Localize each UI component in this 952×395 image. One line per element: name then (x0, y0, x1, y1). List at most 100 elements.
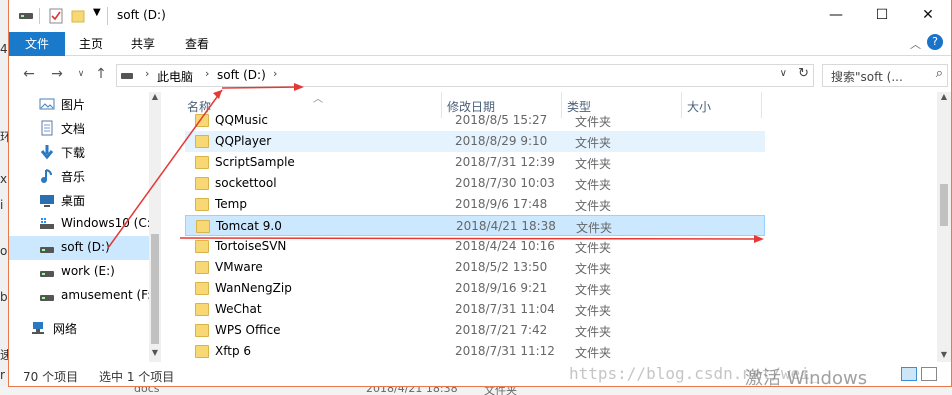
file-date: 2018/7/31 11:12 (455, 344, 555, 358)
tab-share[interactable]: 共享 (119, 32, 167, 56)
search-input[interactable]: 搜索"soft (... ⌕ (822, 64, 948, 87)
address-bar[interactable]: › 此电脑 › soft (D:) › ∨ ↻ (116, 64, 814, 87)
properties-icon[interactable] (49, 8, 63, 24)
sidebar-scrollbar[interactable]: ▲ ▼ (149, 92, 161, 362)
sidebar-item-label: soft (D:) (61, 240, 110, 254)
sidebar-item-drive-e[interactable]: work (E:) (9, 260, 149, 284)
file-date: 2018/5/2 13:50 (455, 260, 548, 274)
chevron-right-icon[interactable]: › (205, 67, 209, 80)
file-row[interactable]: Temp 2018/9/6 17:48 文件夹 (185, 194, 765, 215)
maximize-button[interactable]: ☐ (859, 0, 905, 30)
sidebar-scroll-thumb[interactable] (151, 234, 159, 344)
scroll-up-icon[interactable]: ▲ (938, 92, 950, 101)
tab-home[interactable]: 主页 (67, 32, 115, 56)
file-row[interactable]: QQMusic 2018/8/5 15:27 文件夹 (185, 110, 765, 131)
back-arrow-icon[interactable]: ← (19, 64, 39, 84)
file-list: ︿ 名称 修改日期 类型 大小 QQMusic 2018/8/5 15:27 文… (177, 92, 937, 362)
file-row[interactable]: WPS Office 2018/7/21 7:42 文件夹 (185, 320, 765, 341)
sidebar-item-label: 文档 (61, 122, 86, 136)
sidebar-item-label: 音乐 (61, 170, 86, 184)
sidebar-item-drive-d[interactable]: soft (D:) (9, 236, 149, 260)
file-name: TortoiseSVN (215, 239, 287, 253)
sidebar-item-drive-f[interactable]: amusement (F:) (9, 284, 156, 308)
file-row[interactable]: Xftp 6 2018/7/31 11:12 文件夹 (185, 341, 765, 362)
bg-char: 环 (0, 130, 13, 144)
file-list-scroll-thumb[interactable] (940, 184, 948, 226)
close-button[interactable]: ✕ (905, 0, 951, 30)
file-date: 2018/7/31 12:39 (455, 155, 555, 169)
folder-icon (195, 282, 209, 295)
sidebar-item-label: Windows10 (C: (61, 216, 151, 230)
sidebar-item-documents[interactable]: 文档 (9, 116, 149, 140)
folder-icon (195, 324, 209, 337)
sidebar-item-music[interactable]: 音乐 (9, 164, 149, 188)
customize-quick-access-icon[interactable]: ▼ (93, 7, 101, 23)
title-bar: ▼ soft (D:) — ☐ ✕ (9, 0, 951, 32)
file-date: 2018/8/5 15:27 (455, 113, 548, 127)
file-row-selected[interactable]: Tomcat 9.0 2018/4/21 18:38 文件夹 (185, 215, 765, 236)
status-bar: 70 个项目 选中 1 个项目 https://blog.csdn.net/we… (9, 364, 951, 389)
tab-file[interactable]: 文件 (9, 32, 65, 56)
file-row[interactable]: QQPlayer 2018/8/29 9:10 文件夹 (185, 131, 765, 152)
refresh-icon[interactable]: ↻ (798, 66, 809, 81)
sidebar-item-network[interactable]: 网络 (9, 316, 149, 340)
desktop-icon (40, 195, 54, 207)
drive-icon (40, 295, 54, 301)
up-arrow-icon[interactable]: ↑ (91, 64, 111, 84)
file-name: WeChat (215, 302, 262, 316)
file-row[interactable]: sockettool 2018/7/30 10:03 文件夹 (185, 173, 765, 194)
file-type: 文件夹 (575, 304, 612, 318)
file-row[interactable]: WeChat 2018/7/31 11:04 文件夹 (185, 299, 765, 320)
recent-locations-icon[interactable]: ∨ (71, 64, 91, 84)
file-row[interactable]: VMware 2018/5/2 13:50 文件夹 (185, 257, 765, 278)
ribbon: 文件 主页 共享 查看 ︿ ? (9, 32, 951, 56)
chevron-down-icon[interactable]: ︿ (910, 36, 921, 52)
file-row[interactable]: ScriptSample 2018/7/31 12:39 文件夹 (185, 152, 765, 173)
toolbar-divider (107, 7, 108, 25)
breadcrumb-this-pc[interactable]: 此电脑 (157, 68, 193, 85)
minimize-button[interactable]: — (813, 0, 859, 30)
sidebar-item-label: amusement (F:) (61, 288, 156, 302)
folder-icon (195, 114, 209, 127)
new-folder-icon[interactable] (71, 8, 85, 24)
system-drive-icon (40, 218, 54, 229)
sidebar-item-label: 桌面 (61, 194, 86, 208)
file-list-scrollbar[interactable]: ▲ ▼ (937, 92, 951, 362)
folder-icon (195, 345, 209, 358)
search-placeholder: 搜索"soft (... (831, 70, 903, 84)
help-icon[interactable]: ? (927, 34, 943, 50)
sidebar-item-drive-c[interactable]: Windows10 (C: (9, 212, 151, 236)
scroll-up-icon[interactable]: ▲ (149, 92, 161, 104)
download-icon (40, 145, 54, 160)
file-type: 文件夹 (575, 157, 612, 171)
selected-count: 选中 1 个项目 (99, 370, 175, 384)
details-view-icon[interactable] (901, 367, 917, 381)
sidebar-item-pictures[interactable]: 图片 (9, 92, 149, 116)
folder-icon (195, 156, 209, 169)
bg-row-type: 文件夹 (484, 386, 517, 395)
navigation-bar: ← → ∨ ↑ › 此电脑 › soft (D:) › ∨ ↻ 搜索"soft … (9, 56, 951, 92)
item-count: 70 个项目 (23, 370, 79, 384)
breadcrumb-soft-d[interactable]: soft (D:) (217, 68, 266, 82)
chevron-right-icon[interactable]: › (145, 67, 149, 80)
sidebar-item-downloads[interactable]: 下载 (9, 140, 149, 164)
sidebar-item-label: 图片 (61, 98, 86, 112)
bg-row-date: 2018/4/21 18:38 (366, 386, 458, 395)
drive-icon (40, 271, 54, 277)
sidebar-item-label: 网络 (53, 322, 78, 336)
file-type: 文件夹 (575, 325, 612, 339)
forward-arrow-icon[interactable]: → (47, 64, 67, 84)
sidebar-item-desktop[interactable]: 桌面 (9, 188, 149, 212)
file-row[interactable]: WanNengZip 2018/9/16 9:21 文件夹 (185, 278, 765, 299)
chevron-down-icon[interactable]: ∨ (780, 68, 787, 79)
chevron-right-icon[interactable]: › (273, 67, 277, 80)
toolbar-divider (39, 8, 40, 24)
large-icons-view-icon[interactable] (921, 367, 937, 381)
file-row[interactable]: TortoiseSVN 2018/4/24 10:16 文件夹 (185, 236, 765, 257)
bg-char: b (0, 290, 8, 304)
tab-view[interactable]: 查看 (173, 32, 221, 56)
scroll-down-icon[interactable]: ▼ (938, 350, 950, 359)
drive-icon (121, 73, 133, 79)
file-name: QQPlayer (215, 134, 272, 148)
scroll-down-icon[interactable]: ▼ (149, 348, 161, 360)
